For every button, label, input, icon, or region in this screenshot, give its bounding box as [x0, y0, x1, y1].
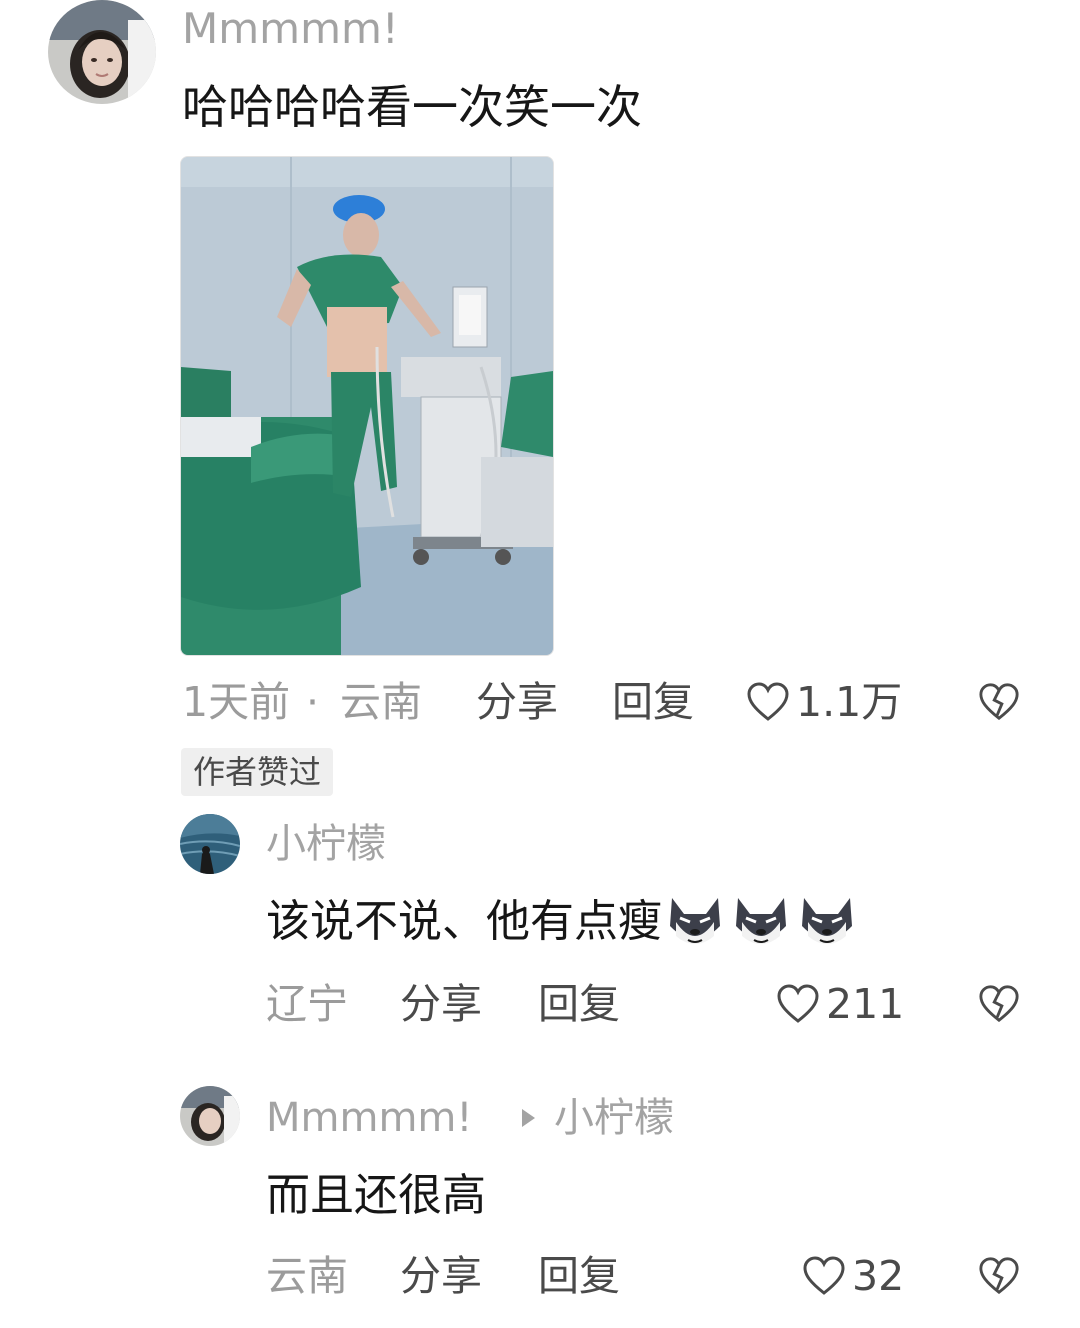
like-count: 32 — [852, 1251, 905, 1300]
broken-heart-icon[interactable] — [978, 682, 1020, 722]
share-button[interactable]: 分享 — [400, 984, 482, 1025]
avatar[interactable] — [48, 0, 156, 104]
comment-image[interactable] — [180, 156, 554, 656]
heart-icon — [746, 682, 790, 722]
comment-location: 云南 — [340, 678, 422, 726]
like-count: 211 — [826, 979, 905, 1028]
reply-button[interactable]: 回复 — [538, 1256, 620, 1297]
share-button[interactable]: 分享 — [476, 682, 558, 723]
comment-username[interactable]: Mmmmm! — [266, 1098, 472, 1138]
husky-emoji-icon — [664, 892, 726, 952]
husky-emoji-icon — [730, 892, 792, 952]
comment-time: 1天前 — [182, 678, 291, 726]
avatar[interactable] — [180, 814, 240, 874]
comment-text-row: 该说不说、他有点瘦 — [266, 892, 858, 952]
like-button[interactable]: 211 — [776, 980, 904, 1028]
comment-username[interactable]: 小柠檬 — [266, 824, 386, 864]
comment-location: 辽宁 — [266, 980, 348, 1028]
heart-icon — [802, 1256, 846, 1296]
comment-text: 哈哈哈哈看一次笑一次 — [182, 80, 642, 134]
comment-location: 云南 — [266, 1252, 348, 1300]
share-button[interactable]: 分享 — [400, 1256, 482, 1297]
heart-icon — [776, 984, 820, 1024]
comment-username[interactable]: Mmmmm! — [182, 8, 399, 50]
reply-to-username[interactable]: 小柠檬 — [554, 1098, 674, 1138]
reply-button[interactable]: 回复 — [538, 984, 620, 1025]
like-button[interactable]: 32 — [802, 1252, 904, 1300]
reply-button[interactable]: 回复 — [612, 682, 694, 723]
like-count: 1.1万 — [796, 677, 903, 726]
author-liked-badge: 作者赞过 — [181, 748, 334, 796]
comment-text: 该说不说、他有点瘦 — [266, 896, 662, 947]
broken-heart-icon[interactable] — [978, 1256, 1020, 1296]
comment-text: 而且还很高 — [266, 1170, 486, 1221]
reply-arrow-icon — [518, 1106, 538, 1130]
avatar[interactable] — [180, 1086, 240, 1146]
broken-heart-icon[interactable] — [978, 984, 1020, 1024]
husky-emoji-icon — [796, 892, 858, 952]
meta-separator: · — [306, 678, 320, 726]
like-button[interactable]: 1.1万 — [746, 678, 902, 726]
